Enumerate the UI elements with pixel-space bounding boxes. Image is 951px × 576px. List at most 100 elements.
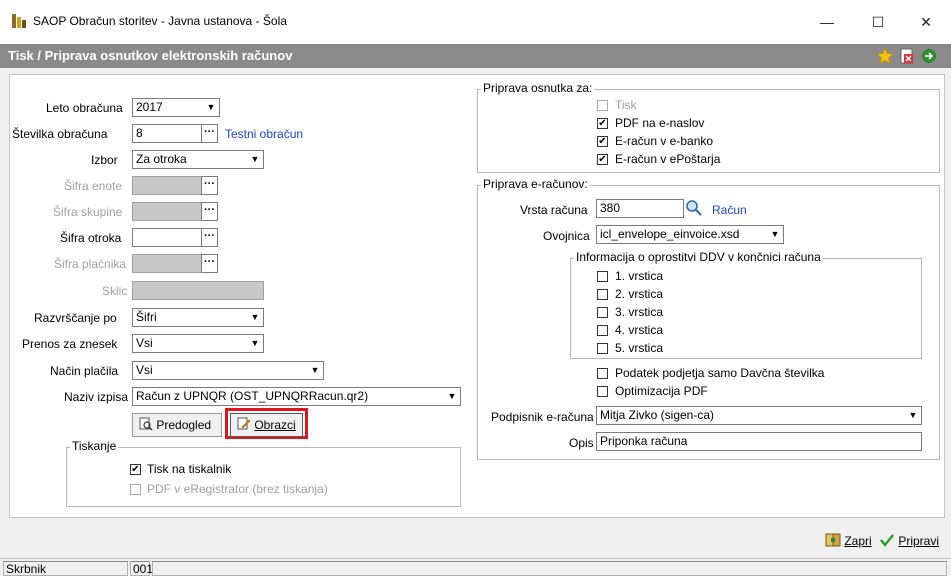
osnutek-ebanka-label: E-račun v e-banko	[615, 134, 714, 148]
ovojnica-select[interactable]: icl_envelope_einvoice.xsd ▼	[596, 225, 784, 244]
chevron-down-icon: ▼	[247, 309, 263, 326]
stevilka-label: Številka obračuna	[12, 127, 108, 141]
main-panel: Leto obračuna 2017 ▼ Številka obračuna 8…	[9, 74, 945, 518]
sifra-otroka-label: Šifra otroka	[60, 231, 122, 245]
stevilka-value: 8	[136, 126, 143, 140]
ddv-row-4-checkbox[interactable]	[597, 325, 608, 336]
form-title: Tisk / Priprava osnutkov elektronskih ra…	[8, 48, 293, 63]
ddv-row-1-label: 1. vrstica	[615, 269, 664, 283]
vrsta-value: 380	[600, 201, 621, 215]
minimize-button[interactable]: —	[809, 8, 845, 36]
obrazci-button[interactable]: Obrazci	[230, 413, 303, 437]
window-title: SAOP Obračun storitev - Javna ustanova -…	[33, 14, 287, 28]
chevron-down-icon: ▼	[767, 226, 783, 243]
stevilka-input[interactable]: 8	[132, 124, 202, 143]
prenos-label: Prenos za znesek	[22, 337, 118, 351]
document-close-icon[interactable]	[898, 47, 916, 65]
sifra-placnika-label: Šifra plačnika	[54, 257, 127, 271]
sklic-input	[132, 281, 264, 300]
naziv-label: Naziv izpisa	[64, 390, 129, 404]
ddv-row-5-label: 5. vrstica	[615, 341, 664, 355]
status-code: 001	[130, 561, 153, 576]
ovojnica-label: Ovojnica	[543, 229, 590, 243]
osnutek-tisk-label: Tisk	[615, 98, 637, 112]
chevron-down-icon: ▼	[247, 151, 263, 168]
title-bar: SAOP Obračun storitev - Javna ustanova -…	[0, 0, 951, 44]
vrsta-label: Vrsta računa	[520, 203, 588, 217]
ddv-title: Informacija o oprostitvi DDV v končnici …	[574, 250, 823, 264]
tiskanje-title: Tiskanje	[70, 439, 119, 453]
chevron-down-icon: ▼	[444, 388, 460, 405]
naziv-select[interactable]: Račun z UPNQR (OST_UPNQRRacun.qr2) ▼	[132, 387, 461, 406]
osnutek-epostar-label: E-račun v ePoštarja	[615, 152, 721, 166]
podpisnik-select[interactable]: Mitja Zivko (sigen-ca) ▼	[596, 406, 922, 425]
sifra-skupine-label: Šifra skupine	[53, 205, 123, 219]
chevron-down-icon: ▼	[203, 99, 219, 116]
optimizacija-checkbox[interactable]	[597, 386, 608, 397]
chevron-down-icon: ▼	[307, 362, 323, 379]
ddv-row-1-checkbox[interactable]	[597, 271, 608, 282]
osnutek-tisk-checkbox	[597, 100, 608, 111]
pripravi-button[interactable]: Pripravi	[879, 532, 939, 552]
davcna-checkbox[interactable]	[597, 368, 608, 379]
izbor-select[interactable]: Za otroka ▼	[132, 150, 264, 169]
optimizacija-label: Optimizacija PDF	[615, 384, 708, 398]
leto-label: Leto obračuna	[46, 101, 123, 115]
ddv-row-2-checkbox[interactable]	[597, 289, 608, 300]
osnutek-pdf-label: PDF na e-naslov	[615, 116, 705, 130]
sifra-skupine-input	[132, 202, 202, 221]
osnutek-epostar-checkbox[interactable]: ✔	[597, 154, 608, 165]
leto-value: 2017	[136, 100, 163, 114]
osnutek-title: Priprava osnutka za:	[481, 81, 595, 95]
exit-icon[interactable]	[920, 47, 938, 65]
ovojnica-value: icl_envelope_einvoice.xsd	[600, 227, 740, 241]
stevilka-lookup-button[interactable]: ···	[201, 124, 218, 143]
status-message	[152, 561, 947, 576]
chevron-down-icon: ▼	[905, 407, 921, 424]
predogled-button[interactable]: Predogled	[132, 413, 222, 437]
osnutek-ebanka-checkbox[interactable]: ✔	[597, 136, 608, 147]
checkmark-icon	[880, 534, 894, 547]
tisk-checkbox[interactable]: ✔	[130, 464, 141, 475]
nacin-value: Vsi	[136, 363, 153, 377]
status-user: Skrbnik	[3, 561, 128, 576]
sifra-skupine-lookup-button: ···	[201, 202, 218, 221]
prenos-select[interactable]: Vsi ▼	[132, 334, 264, 353]
close-button[interactable]: ✕	[908, 8, 944, 36]
izbor-value: Za otroka	[136, 152, 187, 166]
pdf-eregistrator-checkbox	[130, 484, 141, 495]
testni-obracun-link[interactable]: Testni obračun	[225, 127, 303, 141]
preview-icon	[139, 417, 153, 431]
leto-select[interactable]: 2017 ▼	[132, 98, 220, 117]
sifra-enote-input	[132, 176, 202, 195]
ddv-row-5-checkbox[interactable]	[597, 343, 608, 354]
naziv-value: Račun z UPNQR (OST_UPNQRRacun.qr2)	[136, 389, 369, 403]
pdf-eregistrator-label: PDF v eRegistrator (brez tiskanja)	[147, 482, 328, 496]
osnutek-pdf-checkbox[interactable]: ✔	[597, 118, 608, 129]
razvrscanje-select[interactable]: Šifri ▼	[132, 308, 264, 327]
obrazci-label: Obrazci	[254, 418, 296, 432]
davcna-label: Podatek podjetja samo Davčna številka	[615, 366, 825, 380]
racun-link[interactable]: Račun	[712, 203, 747, 217]
pripravi-label: Pripravi	[898, 534, 940, 548]
nacin-label: Način plačila	[50, 364, 119, 378]
app-icon	[12, 14, 26, 28]
sifra-enote-lookup-button: ···	[201, 176, 218, 195]
predogled-label: Predogled	[156, 418, 212, 432]
vrsta-input[interactable]: 380	[596, 199, 684, 218]
podpisnik-label: Podpisnik e-računa	[491, 410, 594, 424]
maximize-button[interactable]: ☐	[860, 8, 896, 36]
nacin-select[interactable]: Vsi ▼	[132, 361, 324, 380]
sifra-placnika-input	[132, 254, 202, 273]
podpisnik-value: Mitja Zivko (sigen-ca)	[600, 408, 715, 422]
opis-input[interactable]: Priponka računa	[596, 432, 922, 451]
ddv-row-3-checkbox[interactable]	[597, 307, 608, 318]
book-close-icon	[825, 533, 841, 547]
zapri-button[interactable]: Zapri	[825, 532, 872, 552]
star-icon[interactable]	[876, 47, 894, 65]
form-edit-icon	[237, 417, 251, 430]
tiskanje-group	[66, 447, 461, 507]
sifra-otroka-input[interactable]	[132, 228, 202, 247]
search-icon[interactable]	[685, 199, 703, 217]
sifra-otroka-lookup-button[interactable]: ···	[201, 228, 218, 247]
